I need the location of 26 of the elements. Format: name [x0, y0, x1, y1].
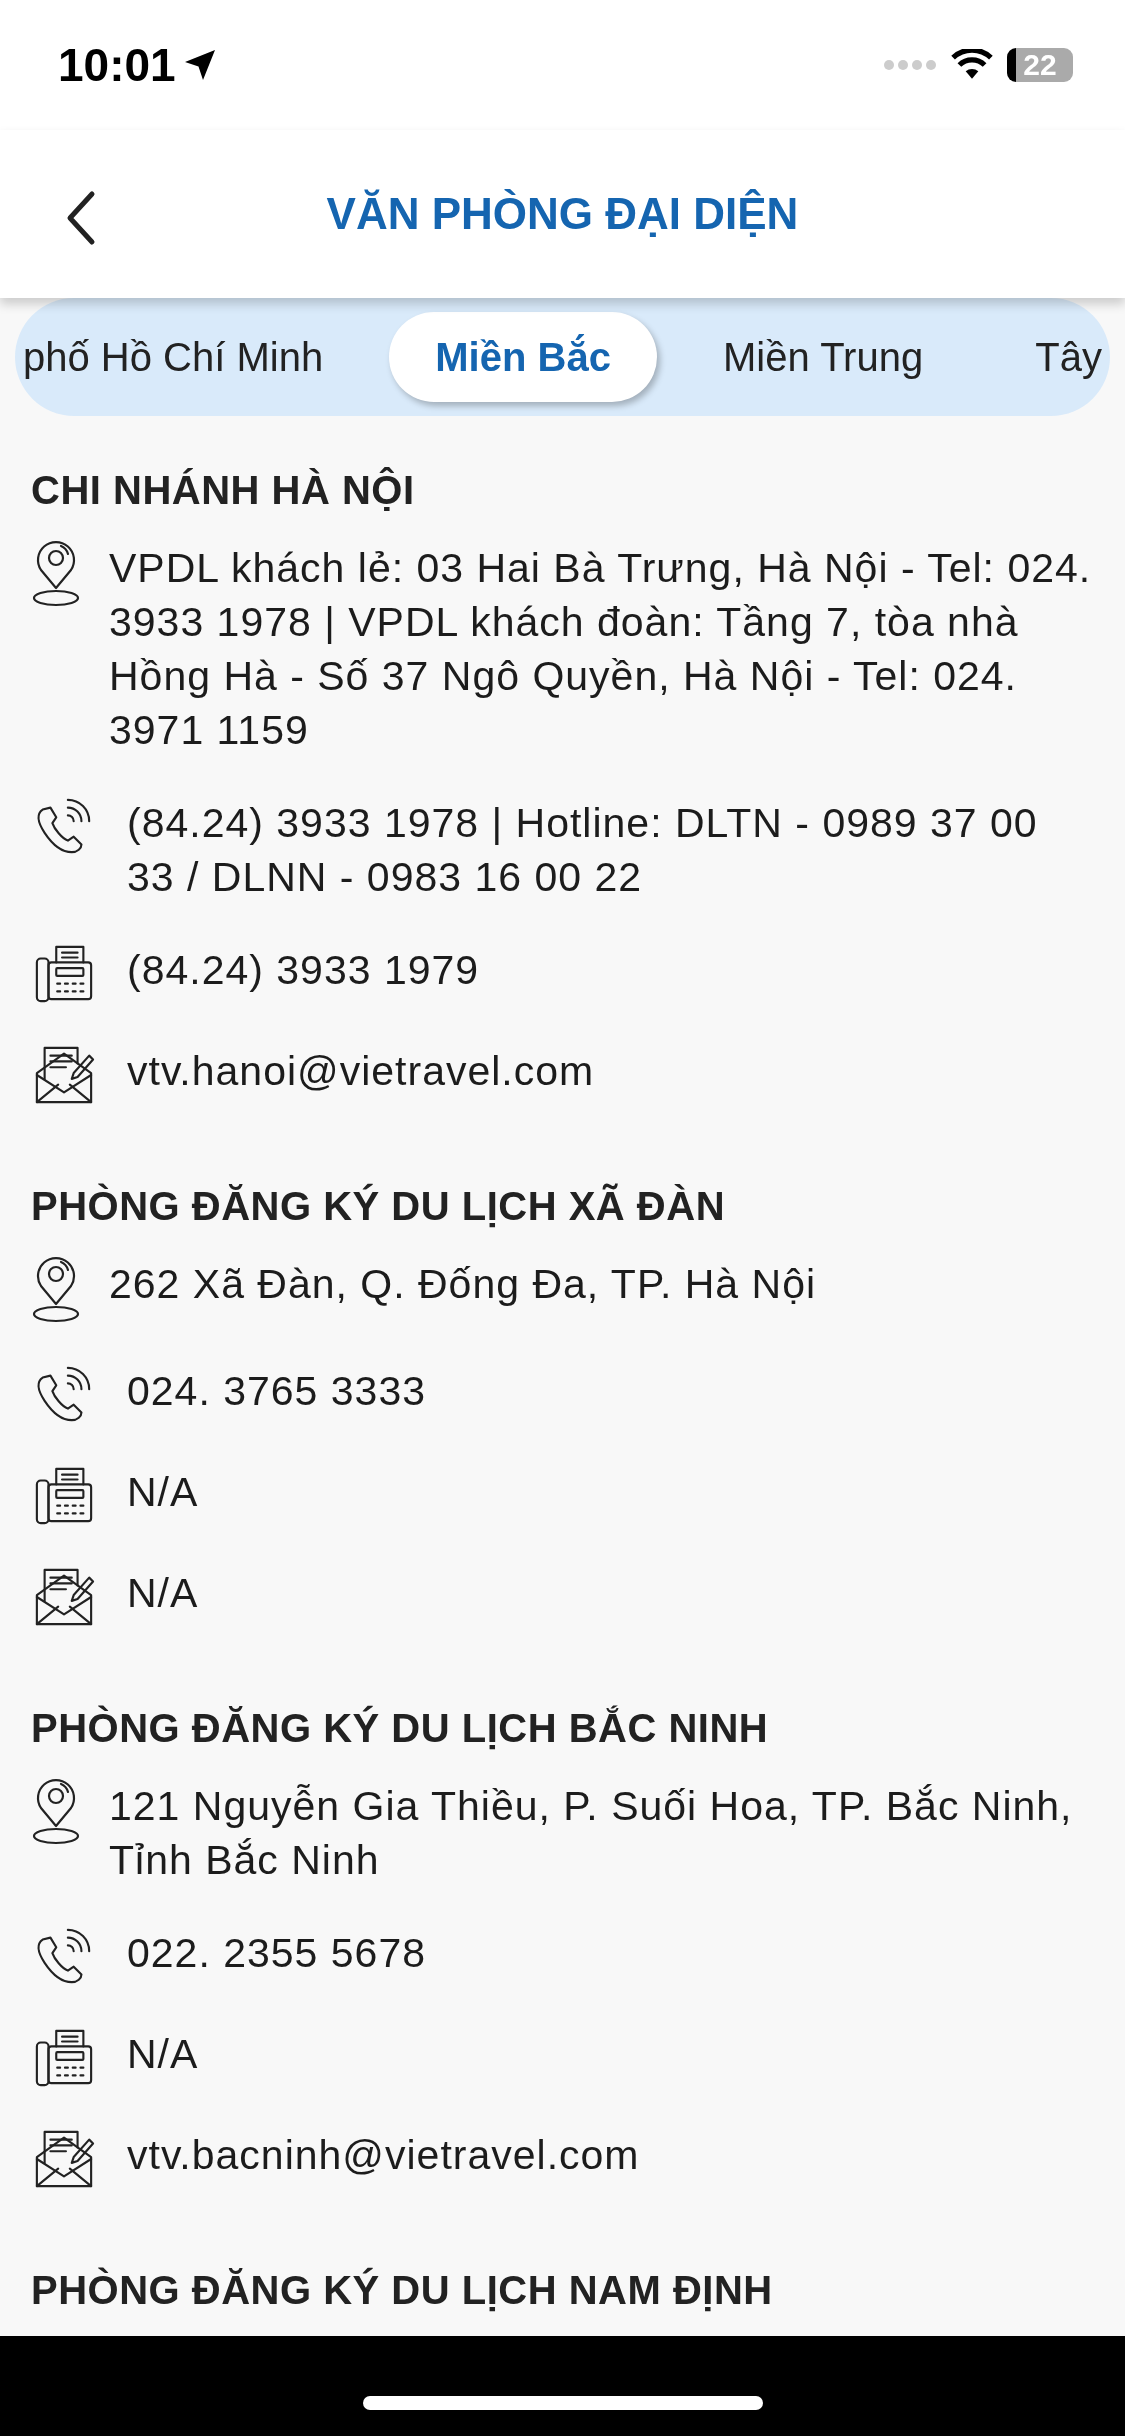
- email-text: vtv.bacninh@vietravel.com: [127, 2131, 641, 2180]
- back-icon[interactable]: [66, 190, 96, 246]
- address-text: VPDL khách lẻ: 03 Hai Bà Trưng, Hà Nội - Tel: 024. 3933 1978 | VPDL khách đoàn: Tầng 7, tòa nhà Hồng Hà - Số 37 Ngô Quyền, Hà Nội - Tel: 024. 3971 1159: [109, 544, 1093, 755]
- region-tab[interactable]: Miền Bắc: [389, 312, 657, 402]
- battery-icon: 22: [1007, 48, 1073, 82]
- fax-text: (84.24) 3933 1979: [127, 946, 481, 995]
- phone-text: 022. 2355 5678: [127, 1929, 427, 1978]
- phone-text: 024. 3765 3333: [127, 1367, 427, 1416]
- region-tab[interactable]: Tây: [989, 312, 1110, 402]
- signal-icon: [883, 59, 937, 71]
- email-text: vtv.hanoi@vietravel.com: [127, 1047, 596, 1096]
- wifi-icon: [951, 49, 993, 81]
- email-text: N/A: [127, 1569, 200, 1618]
- section-title: PHÒNG ĐĂNG KÝ DU LỊCH NAM ĐỊNH: [31, 2268, 774, 2313]
- status-time: 10:01: [58, 38, 176, 92]
- phone-text: (84.24) 3933 1978 | Hotline: DLTN - 0989 37 00 33 / DLNN - 0983 16 00 22: [127, 799, 1039, 902]
- address-text: 121 Nguyễn Gia Thiều, P. Suối Hoa, TP. Bắc Ninh, Tỉnh Bắc Ninh: [109, 1782, 1074, 1885]
- fax-text: N/A: [127, 1468, 200, 1517]
- address-text: 262 Xã Đàn, Q. Đống Đa, TP. Hà Nội: [109, 1260, 818, 1309]
- region-tab[interactable]: phố Hồ Chí Minh: [15, 312, 370, 402]
- section-title: CHI NHÁNH HÀ NỘI: [31, 468, 416, 513]
- section-title: PHÒNG ĐĂNG KÝ DU LỊCH XÃ ĐÀN: [31, 1184, 727, 1229]
- region-tab[interactable]: Miền Trung: [677, 312, 970, 402]
- fax-text: N/A: [127, 2030, 200, 2079]
- section-title: PHÒNG ĐĂNG KÝ DU LỊCH BẮC NINH: [31, 1706, 770, 1751]
- page-title: VĂN PHÒNG ĐẠI DIỆN: [326, 189, 799, 239]
